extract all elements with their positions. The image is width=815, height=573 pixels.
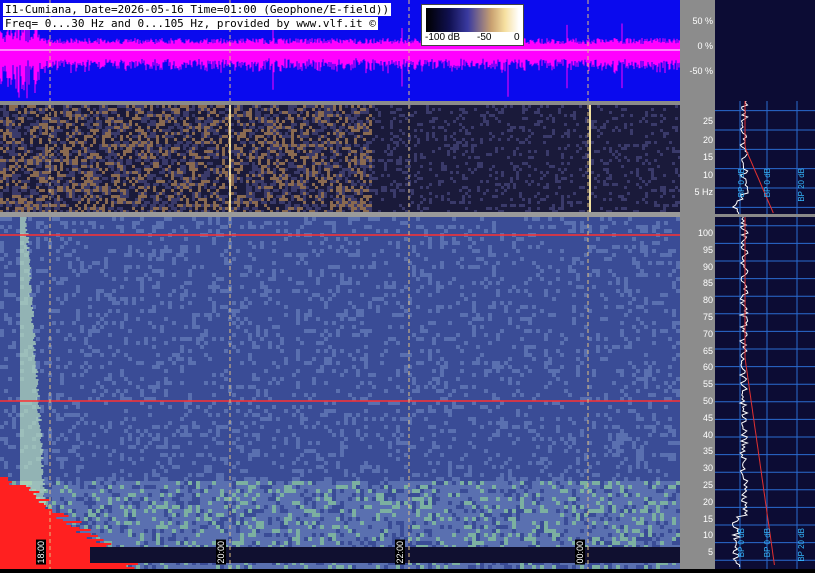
time-label-18: 18:00 [36,540,46,565]
spectrogram1-axis-tick: 10 [703,170,713,180]
time-label-20: 20:00 [216,540,226,565]
spectrogram2-axis-tick: 100 [698,228,713,238]
spectrogram-low-freq [0,105,680,212]
bp-label-4: BP 0 dB [737,528,746,557]
side-grid [715,217,815,569]
spectrogram2-axis-tick: 60 [703,362,713,372]
spectrogram2-axis-tick: 20 [703,497,713,507]
legend-max-label: 0 [514,32,520,43]
spectrogram2-axis-tick: 85 [703,278,713,288]
spectrogram2-axis-tick: 25 [703,480,713,490]
spectrogram2-axis-tick: 70 [703,329,713,339]
spectrogram2-axis-tick: 10 [703,530,713,540]
spectrogram2-axis-tick: 95 [703,245,713,255]
color-scale-bar [426,8,519,32]
legend-mid-label: -50 [477,32,491,43]
dark-band [90,547,680,563]
spectrogram2-axis-tick: 15 [703,514,713,524]
time-label-22: 22:00 [395,540,405,565]
spectrogram1-axis-tick: 25 [703,116,713,126]
bp-label-3: BP 20 dB [797,168,806,202]
side-panel-top [715,0,815,101]
spectrogram1-axis-tick: 20 [703,135,713,145]
spectrogram2-axis-tick: 55 [703,379,713,389]
spectrogram2-axis-tick: 5 [708,547,713,557]
spectrogram-full-freq [0,217,680,569]
bp-label-1: BP 0 dB [737,168,746,197]
waveform-axis-tick: -50 % [689,66,713,76]
frequency-info: Freq= 0...30 Hz and 0...105 Hz, provided… [3,17,378,30]
spectrogram2-axis-tick: 45 [703,413,713,423]
spectrogram2-axis-tick: 90 [703,262,713,272]
spectrogram2-axis-tick: 75 [703,312,713,322]
spectrogram2-axis-tick: 80 [703,295,713,305]
spectrogram2-axis-tick: 30 [703,463,713,473]
spectrogram2-axis-tick: 50 [703,396,713,406]
side-reference-curve [745,217,774,565]
spectrogram2-axis-tick: 40 [703,430,713,440]
spectrogram2-axis-tick: 35 [703,446,713,456]
waveform-signal [0,23,680,98]
spectrogram-full-texture [0,217,680,569]
bp-label-6: BP 20 dB [797,528,806,562]
waveform-axis-tick: 0 % [697,41,713,51]
legend-min-label: -100 dB [425,32,460,43]
spectrogram2-axis-tick: 65 [703,346,713,356]
station-title: I1-Cumiana, Date=2026-05-16 Time=01:00 (… [3,3,391,16]
waveform-axis-tick: 50 % [692,16,713,26]
spectrogram1-axis-tick: 5 Hz [694,187,713,197]
side-spectrum-full [715,217,815,569]
db-color-legend: -100 dB -50 0 [421,4,524,46]
bp-label-5: BP 0 dB [763,528,772,557]
spectrogram1-axis-tick: 15 [703,152,713,162]
time-label-00: 00:00 [575,540,585,565]
bp-label-2: BP 0 dB [763,168,772,197]
spectrogram-low-texture [0,105,680,212]
